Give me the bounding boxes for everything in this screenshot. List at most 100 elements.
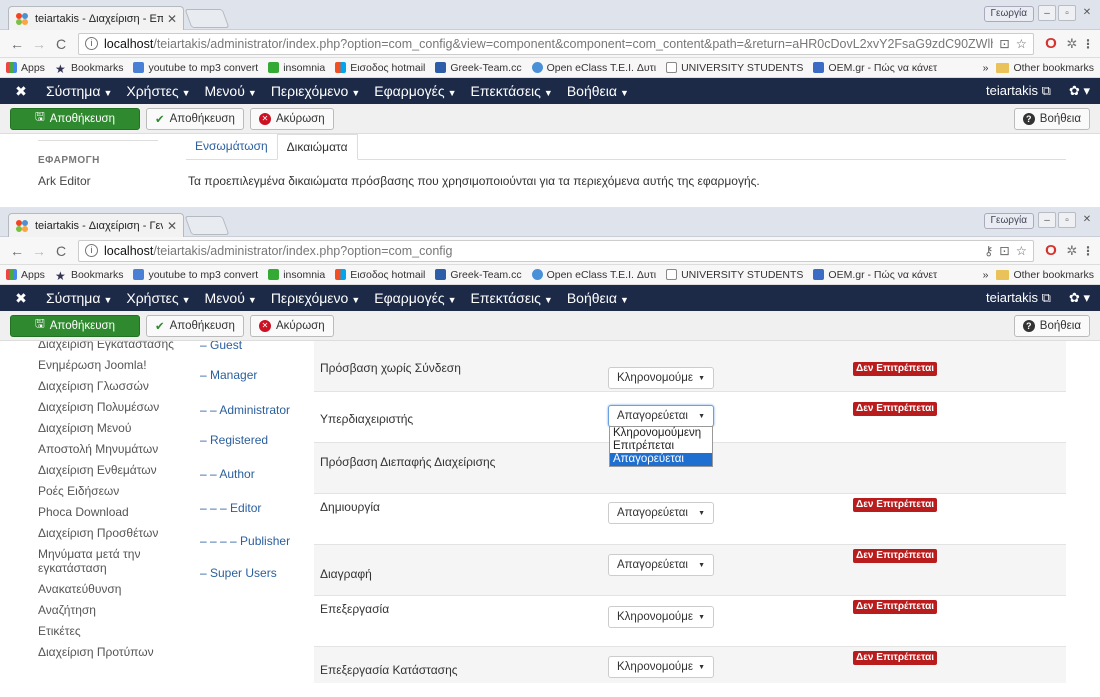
sidebar-item-templates[interactable]: Διαχείριση Προτύπων <box>38 645 178 659</box>
new-tab-button[interactable] <box>184 9 230 28</box>
reload-icon[interactable]: C <box>50 36 72 52</box>
sidebar-item-tags[interactable]: Ετικέτες <box>38 624 178 638</box>
menu-menus[interactable]: Μενού ▼ <box>205 83 257 99</box>
bookmark-item[interactable]: UNIVERSITY STUDENTS <box>666 62 803 74</box>
user-gear-icon[interactable]: ✿ ▾ <box>1069 290 1090 306</box>
group-registered[interactable]: – Registered <box>200 433 268 447</box>
joomla-logo-icon[interactable]: ✖ <box>10 290 32 307</box>
save-close-button[interactable]: 🖫 Αποθήκευση <box>10 107 140 130</box>
group-super-users[interactable]: – Super Users <box>200 566 277 580</box>
sidebar-item-search[interactable]: Αναζήτηση <box>38 603 178 617</box>
info-icon[interactable]: i <box>85 244 98 257</box>
menu-content[interactable]: Περιεχόμενο ▼ <box>271 83 360 99</box>
bookmark-item[interactable]: Greek-Team.cc <box>435 269 522 281</box>
chrome-menu-icon[interactable]: ⋮ <box>1082 37 1094 51</box>
sidebar-item-languages[interactable]: Διαχείριση Γλωσσών <box>38 379 178 393</box>
other-bookmarks[interactable]: Other bookmarks <box>996 62 1094 74</box>
browser-tab[interactable]: teiartakis - Διαχείριση - Γεν ✕ <box>8 213 184 237</box>
help-button[interactable]: ? Βοήθεια <box>1013 107 1090 130</box>
key-icon[interactable]: ⚷ <box>984 243 993 258</box>
menu-components[interactable]: Εφαρμογές ▼ <box>374 83 456 99</box>
menu-extensions[interactable]: Επεκτάσεις ▼ <box>471 83 553 99</box>
apps-shortcut[interactable]: Apps <box>6 269 45 281</box>
other-bookmarks[interactable]: Other bookmarks <box>996 269 1094 281</box>
sidebar-item-installer[interactable]: Διαχείριση Εγκατάστασης <box>38 341 178 351</box>
sidebar-item-modules[interactable]: Διαχείριση Ενθεμάτων <box>38 463 178 477</box>
menu-help[interactable]: Βοήθεια ▼ <box>567 290 629 306</box>
sidebar-item-menus[interactable]: Διαχείριση Μενού <box>38 421 178 435</box>
site-link[interactable]: teiartakis ⧉ <box>986 290 1051 306</box>
menu-users[interactable]: Χρήστες ▼ <box>126 83 190 99</box>
apps-shortcut[interactable]: Apps <box>6 62 45 74</box>
maximize-icon[interactable]: ▫ <box>1058 5 1076 21</box>
minimize-icon[interactable]: – <box>1038 5 1056 21</box>
save-button[interactable]: ✔ Αποθήκευση <box>146 107 244 130</box>
chrome-menu-icon[interactable]: ⋮ <box>1082 244 1094 258</box>
menu-system[interactable]: Σύστημα ▼ <box>46 83 112 99</box>
group-guest[interactable]: – Guest <box>200 341 242 352</box>
permission-select[interactable]: Κληρονομούμε ▼ <box>608 656 714 678</box>
forward-icon[interactable]: → <box>28 36 50 52</box>
tab-permissions[interactable]: Δικαιώματα <box>276 134 358 160</box>
sidebar-item-messaging[interactable]: Αποστολή Μηνυμάτων <box>38 442 178 456</box>
permission-select[interactable]: Απαγορεύεται ▼ <box>608 554 714 576</box>
menu-content[interactable]: Περιεχόμενο ▼ <box>271 290 360 306</box>
sidebar-item-redirect[interactable]: Ανακατεύθυνση <box>38 582 178 596</box>
close-window-icon[interactable]: ✕ <box>1078 5 1096 21</box>
new-tab-button[interactable] <box>184 216 230 235</box>
bookmark-item[interactable]: OEM.gr - Πώς να κάνετ <box>813 269 937 281</box>
profile-badge[interactable]: Γεωργία <box>983 213 1034 229</box>
sidebar-item-phoca-download[interactable]: Phoca Download <box>38 505 178 519</box>
url-field[interactable]: i localhost/teiartakis/administrator/ind… <box>78 239 1034 262</box>
permission-select[interactable]: Κληρονομούμε ▼ <box>608 606 714 628</box>
user-gear-icon[interactable]: ✿ ▾ <box>1069 83 1090 99</box>
dropdown-option[interactable]: Κληρονομούμενη <box>610 427 712 440</box>
menu-extensions[interactable]: Επεκτάσεις ▼ <box>471 290 553 306</box>
sidebar-item-ark-editor[interactable]: Ark Editor <box>38 174 158 188</box>
permission-select[interactable]: Κληρονομούμε ▼ <box>608 367 714 389</box>
info-icon[interactable]: i <box>85 37 98 50</box>
bookmark-item[interactable]: insomnia <box>268 62 325 74</box>
minimize-icon[interactable]: – <box>1038 212 1056 228</box>
group-author[interactable]: – – Author <box>200 467 255 481</box>
group-editor[interactable]: – – – Editor <box>200 501 261 515</box>
help-button[interactable]: ? Βοήθεια <box>1013 314 1090 337</box>
opera-extension-icon[interactable]: O <box>1040 242 1062 259</box>
bookmark-item[interactable]: ★ Bookmarks <box>55 269 124 284</box>
back-icon[interactable]: ← <box>6 243 28 259</box>
bookmark-item[interactable]: Εισοδος hotmail <box>335 62 425 74</box>
bookmark-item[interactable]: OEM.gr - Πώς να κάνετ <box>813 62 937 74</box>
extension-icon[interactable]: ✲ <box>1062 36 1082 52</box>
sidebar-item-media[interactable]: Διαχείριση Πολυμέσων <box>38 400 178 414</box>
star-icon[interactable]: ☆ <box>1016 36 1027 51</box>
bookmark-item[interactable]: Εισοδος hotmail <box>335 269 425 281</box>
bookmark-item[interactable]: Open eClass T.E.I. Δυτι <box>531 62 656 74</box>
star-icon[interactable]: ☆ <box>1016 243 1027 258</box>
extension-icon[interactable]: ✲ <box>1062 243 1082 259</box>
save-close-button[interactable]: 🖫 Αποθήκευση <box>10 314 140 337</box>
bookmark-item[interactable]: Greek-Team.cc <box>435 62 522 74</box>
bookmark-item[interactable]: Open eClass T.E.I. Δυτι <box>531 269 656 281</box>
dropdown-option[interactable]: Επιτρέπεται <box>610 440 712 453</box>
close-window-icon[interactable]: ✕ <box>1078 212 1096 228</box>
url-field[interactable]: i localhost/teiartakis/administrator/ind… <box>78 32 1034 55</box>
bookmark-item[interactable]: youtube to mp3 convert <box>133 62 258 74</box>
forward-icon[interactable]: → <box>28 243 50 259</box>
tab-close-icon[interactable]: ✕ <box>167 12 177 26</box>
menu-components[interactable]: Εφαρμογές ▼ <box>374 290 456 306</box>
sidebar-item-joomla-update[interactable]: Ενημέρωση Joomla! <box>38 358 178 372</box>
permission-select-open[interactable]: Απαγορεύεται ▼ <box>608 405 714 427</box>
save-button[interactable]: ✔ Αποθήκευση <box>146 314 244 337</box>
opera-extension-icon[interactable]: O <box>1040 35 1062 52</box>
translate-icon[interactable]: ⊡ <box>999 36 1009 51</box>
menu-users[interactable]: Χρήστες ▼ <box>126 290 190 306</box>
tab-integration[interactable]: Ενσωμάτωση <box>186 134 277 159</box>
sidebar-item-postinstall[interactable]: Μηνύματα μετά την εγκατάσταση <box>38 547 178 575</box>
bookmark-item[interactable]: UNIVERSITY STUDENTS <box>666 269 803 281</box>
sidebar-item-plugins[interactable]: Διαχείριση Προσθέτων <box>38 526 178 540</box>
tab-close-icon[interactable]: ✕ <box>167 219 177 233</box>
menu-system[interactable]: Σύστημα ▼ <box>46 290 112 306</box>
site-link[interactable]: teiartakis ⧉ <box>986 83 1051 99</box>
menu-help[interactable]: Βοήθεια ▼ <box>567 83 629 99</box>
more-bookmarks-button[interactable]: » <box>983 269 989 281</box>
